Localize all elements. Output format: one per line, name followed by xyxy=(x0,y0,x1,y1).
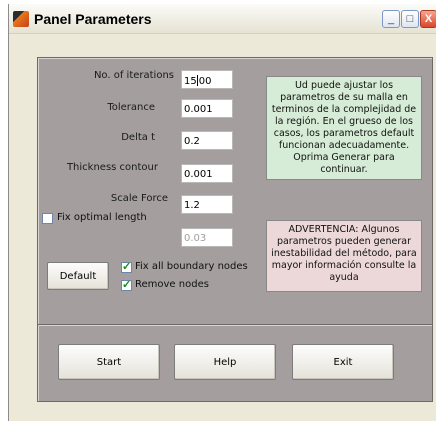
optimal-length-checkbox[interactable] xyxy=(42,213,53,224)
checkmark-icon: ✓ xyxy=(122,261,132,273)
minimize-button[interactable]: _ xyxy=(382,10,400,28)
iterations-value-end: 00 xyxy=(198,76,212,87)
iterations-value-start: 15 xyxy=(184,76,197,87)
tolerance-label: Tolerance xyxy=(107,102,155,113)
help-button[interactable]: Help xyxy=(174,344,276,380)
thickness-label: Thickness contour xyxy=(66,162,158,173)
iterations-label: No. of iterations xyxy=(93,70,174,81)
iterations-input[interactable]: 15 00 xyxy=(181,70,233,89)
delta-t-input[interactable]: 0.2 xyxy=(181,131,233,150)
panel-parameters-window: Panel Parameters _ □ X No. of iterations… xyxy=(8,4,436,421)
window-title: Panel Parameters xyxy=(34,11,152,27)
matlab-app-icon xyxy=(13,11,29,27)
optimal-length-label: Fix optimal length xyxy=(57,212,147,223)
warning-note: ADVERTENCIA: Algunos parametros pueden g… xyxy=(266,220,422,292)
actions-panel: Start Help Exit xyxy=(37,324,433,402)
fix-boundary-checkbox[interactable]: ✓ xyxy=(121,262,132,273)
tolerance-input[interactable]: 0.001 xyxy=(181,99,233,118)
maximize-button[interactable]: □ xyxy=(401,10,419,28)
checkmark-icon: ✓ xyxy=(122,279,132,291)
window-content: No. of iterations 15 00 Tolerance 0.001 D… xyxy=(9,35,436,421)
start-button[interactable]: Start xyxy=(58,344,160,380)
optimal-length-input[interactable]: 0.03 xyxy=(181,228,233,247)
thickness-input[interactable]: 0.001 xyxy=(181,164,233,183)
remove-nodes-label: Remove nodes xyxy=(135,279,209,290)
exit-button[interactable]: Exit xyxy=(292,344,394,380)
info-note: Ud puede ajustar los parametros de su ma… xyxy=(266,76,422,180)
remove-nodes-checkbox[interactable]: ✓ xyxy=(121,280,132,291)
close-button[interactable]: X xyxy=(420,10,436,28)
parameters-panel: No. of iterations 15 00 Tolerance 0.001 D… xyxy=(37,57,433,329)
fix-boundary-label: Fix all boundary nodes xyxy=(135,261,248,272)
scale-force-input[interactable]: 1.2 xyxy=(181,195,233,214)
default-button[interactable]: Default xyxy=(47,262,109,290)
scale-force-label: Scale Force xyxy=(110,193,168,204)
delta-t-label: Delta t xyxy=(121,132,155,143)
title-bar[interactable]: Panel Parameters _ □ X xyxy=(9,4,436,34)
